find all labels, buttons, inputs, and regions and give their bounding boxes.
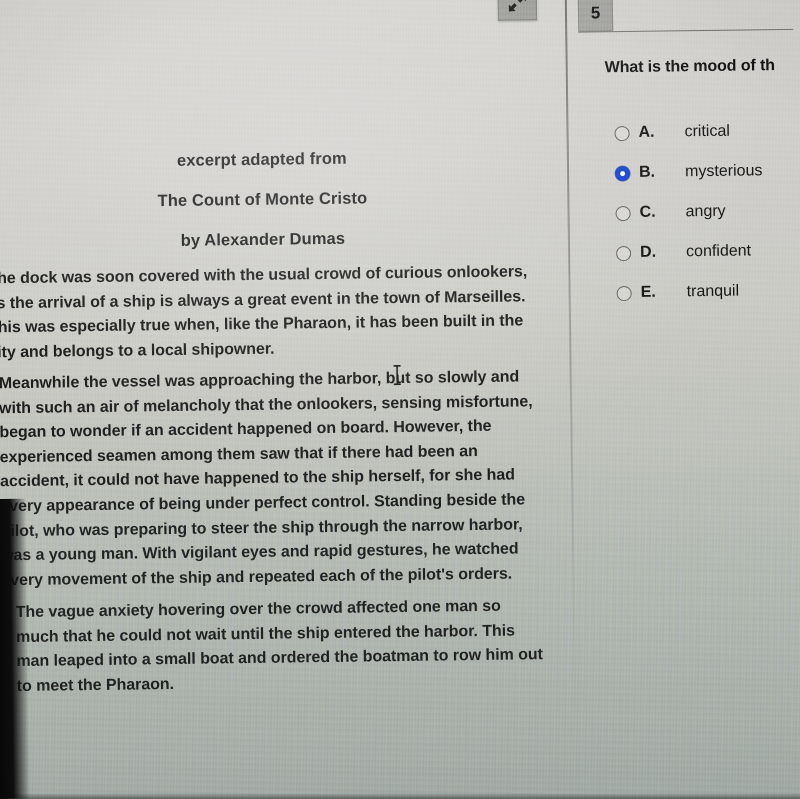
answer-option-a[interactable]: A. critical	[614, 110, 800, 153]
test-application: excerpt adapted from The Count of Monte …	[0, 0, 800, 799]
radio-button-c[interactable]	[615, 205, 631, 221]
option-letter-d: D.	[640, 243, 657, 261]
option-label-a: critical	[684, 122, 730, 141]
passage-title-line-3: by Alexander Dumas	[180, 229, 346, 250]
question-number-label: 5	[590, 3, 601, 23]
passage-paragraph: Meanwhile the vessel was approaching the…	[0, 368, 533, 589]
expand-passage-button[interactable]	[497, 0, 538, 21]
answer-option-c[interactable]: C. angry	[615, 190, 800, 233]
question-number-tab[interactable]: 5	[577, 0, 614, 32]
radio-button-d[interactable]	[616, 245, 632, 261]
passage-pane: excerpt adapted from The Count of Monte …	[0, 0, 575, 794]
option-label-c: angry	[685, 202, 726, 221]
answer-option-b[interactable]: B. mysterious	[614, 150, 800, 193]
option-letter-e: E.	[640, 283, 656, 301]
option-letter-b: B.	[638, 163, 656, 181]
screen-surface: excerpt adapted from The Count of Monte …	[0, 0, 800, 799]
question-prompt: What is the mood of th	[604, 57, 776, 77]
expand-arrows-icon	[508, 0, 527, 12]
radio-button-e[interactable]	[616, 285, 632, 301]
option-label-d: confident	[686, 242, 752, 261]
screen-photo: excerpt adapted from The Count of Monte …	[0, 0, 800, 799]
answer-option-e[interactable]: E. tranquil	[616, 270, 800, 313]
question-pane: 5 What is the mood of th A. critical B. …	[567, 0, 794, 787]
answer-options-list: A. critical B. mysterious C. angry D. co…	[614, 110, 800, 313]
passage-title: excerpt adapted from The Count of Monte …	[0, 136, 541, 263]
passage-paragraph: The dock was soon covered with the usual…	[0, 263, 528, 362]
radio-button-a[interactable]	[614, 125, 630, 141]
option-label-e: tranquil	[686, 282, 740, 301]
radio-button-b[interactable]	[614, 165, 631, 181]
answer-option-d[interactable]: D. confident	[616, 230, 800, 273]
option-letter-c: C.	[639, 203, 656, 221]
option-letter-a: A.	[638, 123, 655, 141]
passage-paragraph: The vague anxiety hovering over the crow…	[15, 597, 543, 695]
option-label-b: mysterious	[684, 162, 763, 181]
